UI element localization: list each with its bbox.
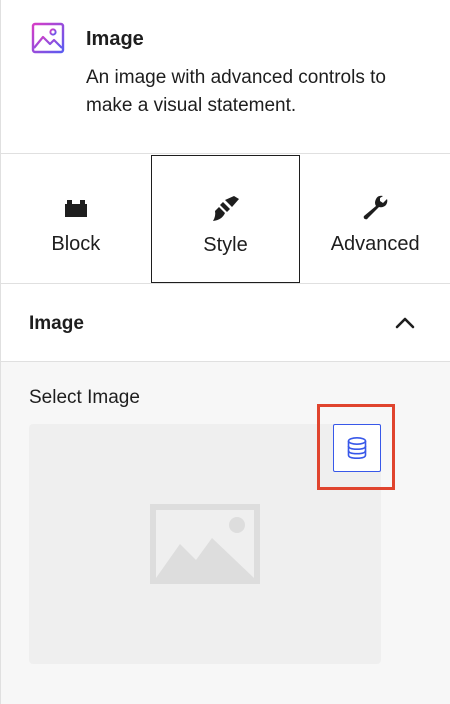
select-image-label: Select Image bbox=[29, 387, 140, 408]
tab-advanced[interactable]: Advanced bbox=[300, 154, 450, 284]
tab-block[interactable]: Block bbox=[1, 154, 151, 284]
tab-block-label: Block bbox=[51, 233, 101, 255]
image-placeholder[interactable] bbox=[29, 404, 395, 664]
block-title: Image bbox=[86, 28, 144, 50]
tab-style-label: Style bbox=[203, 234, 248, 256]
database-icon bbox=[347, 436, 367, 460]
wrench-icon bbox=[361, 194, 389, 222]
inspector-tabs: Block Style Advanced bbox=[1, 154, 450, 284]
tab-style[interactable]: Style bbox=[150, 155, 301, 283]
chevron-up-icon bbox=[395, 317, 415, 329]
block-description: An image with advanced controls to make … bbox=[86, 67, 386, 116]
section-title: Image bbox=[29, 313, 84, 334]
image-section-body: Select Image bbox=[1, 362, 450, 704]
block-icon bbox=[62, 194, 90, 222]
block-card: Image An image with advanced controls to… bbox=[1, 0, 450, 154]
tab-advanced-label: Advanced bbox=[330, 233, 420, 255]
image-icon bbox=[31, 22, 65, 54]
image-section-toggle[interactable]: Image bbox=[1, 284, 450, 362]
media-library-button[interactable] bbox=[333, 424, 381, 472]
brush-icon bbox=[212, 195, 240, 223]
image-placeholder-icon bbox=[150, 504, 260, 584]
block-inspector-panel: Image An image with advanced controls to… bbox=[0, 0, 450, 704]
